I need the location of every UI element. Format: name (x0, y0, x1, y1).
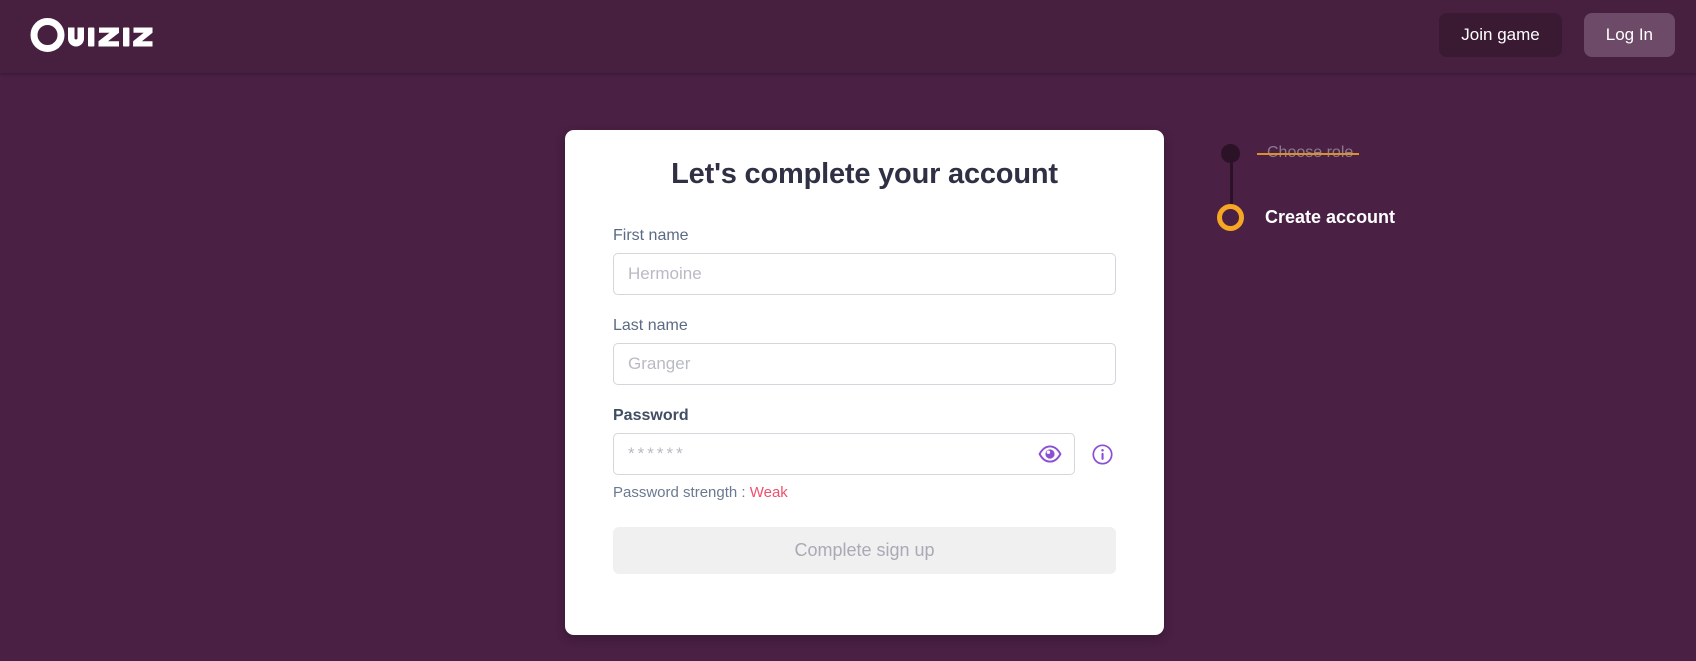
complete-signup-button[interactable]: Complete sign up (613, 527, 1116, 574)
stepper-label-create-account: Create account (1265, 206, 1396, 227)
toggle-password-visibility-button[interactable] (1037, 442, 1063, 466)
password-input-row (613, 433, 1116, 475)
page-title: Let's complete your account (671, 158, 1058, 190)
password-field-group: Password ****** Password strength: Weak (613, 407, 1116, 501)
password-strength: Password strength : Weak (613, 484, 1116, 501)
stepper-step-create-account[interactable]: Create account (1217, 203, 1617, 231)
signup-page: Quizizz Join game Log In Let's complete … (0, 0, 1696, 661)
password-input[interactable] (613, 433, 1075, 475)
eye-icon (1038, 445, 1062, 463)
password-label: Password (613, 407, 689, 424)
first-name-field-group: First name (613, 227, 1116, 295)
app-header: Quizizz Join game Log In (0, 0, 1696, 73)
log-in-button[interactable]: Log In (1583, 13, 1675, 57)
quizizz-logo-icon (30, 18, 153, 52)
info-circle-icon (1091, 443, 1113, 465)
password-info-button[interactable] (1091, 443, 1113, 465)
signup-card: Let's complete your account First name L… (565, 130, 1164, 635)
join-game-button[interactable]: Join game (1439, 13, 1562, 57)
stepper-label-choose-role: Choose role (1256, 144, 1360, 161)
first-name-label: First name (613, 227, 689, 244)
header-actions: Join game Log In (1439, 13, 1675, 57)
password-strength-label: Password strength : (613, 484, 750, 501)
last-name-field-group: Last name (613, 317, 1116, 385)
last-name-label: Last name (613, 317, 688, 334)
last-name-input[interactable] (613, 343, 1116, 385)
step-connector-line (1230, 159, 1233, 205)
quizizz-logo[interactable]: Quizizz (29, 14, 161, 58)
stepper-step-choose-role[interactable]: Choose role (1217, 140, 1617, 205)
step-active-ring-icon (1217, 203, 1244, 231)
password-strength-value: Weak (749, 484, 788, 501)
signup-stepper: Choose role Create account (1217, 140, 1617, 231)
first-name-input[interactable] (613, 253, 1116, 295)
